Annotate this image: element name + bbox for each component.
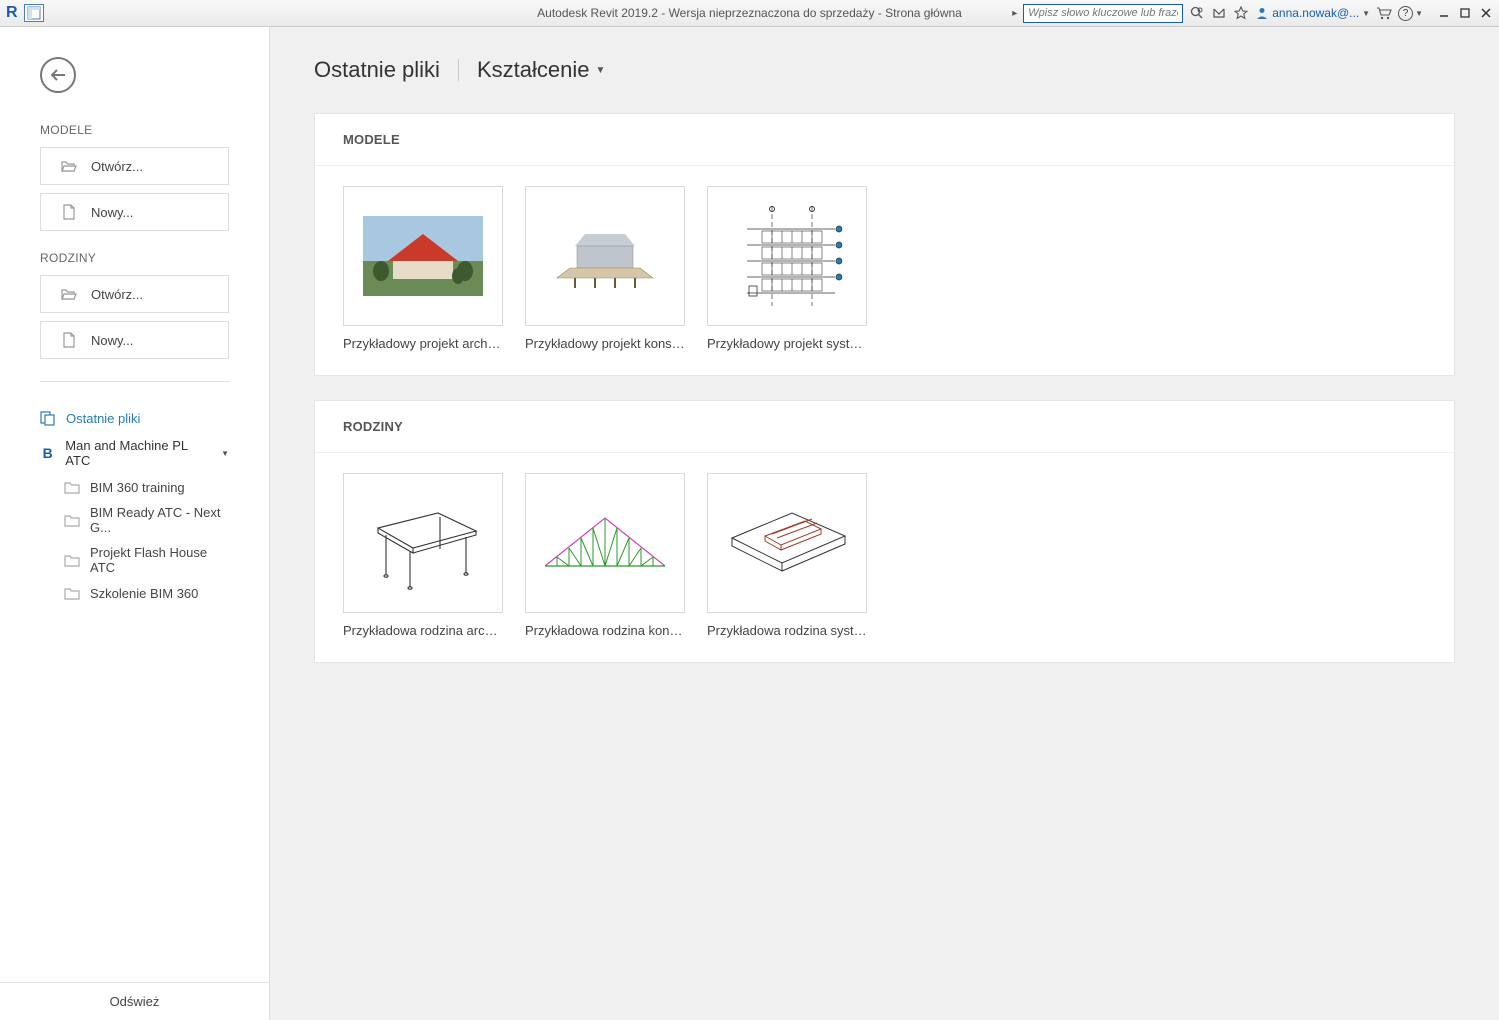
content-header: Ostatnie pliki Kształcenie ▼ xyxy=(314,57,1455,83)
new-model-label: Nowy... xyxy=(91,205,133,220)
content-area: Ostatnie pliki Kształcenie ▼ MODELE xyxy=(270,27,1499,1020)
refresh-button[interactable]: Odśwież xyxy=(0,982,269,1020)
nav-recent-files[interactable]: Ostatnie pliki xyxy=(40,404,229,432)
sidebar-section-families: RODZINY xyxy=(40,251,229,265)
tree-item[interactable]: Projekt Flash House ATC xyxy=(40,540,229,580)
model-card-label: Przykładowy projekt archite... xyxy=(343,336,503,351)
close-button[interactable] xyxy=(1477,4,1495,22)
user-icon xyxy=(1255,6,1269,20)
back-button[interactable] xyxy=(40,57,76,93)
model-card-label: Przykładowy projekt konstru... xyxy=(525,336,685,351)
family-thumbnail xyxy=(707,473,867,613)
open-family-button[interactable]: Otwórz... xyxy=(40,275,229,313)
tab-divider xyxy=(458,59,459,81)
chevron-down-icon: ▼ xyxy=(595,65,605,76)
home-page-icon xyxy=(27,6,41,20)
arrow-left-icon xyxy=(49,68,67,82)
help-button[interactable]: ? ▼ xyxy=(1398,6,1423,21)
open-family-label: Otwórz... xyxy=(91,287,143,302)
nav-recent-label: Ostatnie pliki xyxy=(66,411,140,426)
bim360-icon: B xyxy=(40,445,55,461)
sidebar: MODELE Otwórz... Nowy... RODZINY Otwórz.… xyxy=(0,27,270,1020)
search-icon[interactable] xyxy=(1189,5,1205,21)
title-bar: R Autodesk Revit 2019.2 - Wersja nieprze… xyxy=(0,0,1499,27)
family-card-label: Przykładowa rodzina konstr... xyxy=(525,623,685,638)
model-thumbnail xyxy=(525,186,685,326)
panel-families: RODZINY xyxy=(314,400,1455,663)
chevron-down-icon: ▼ xyxy=(1362,9,1370,18)
refresh-label: Odśwież xyxy=(110,994,160,1009)
cart-icon[interactable] xyxy=(1376,5,1392,21)
open-model-button[interactable]: Otwórz... xyxy=(40,147,229,185)
chevron-down-icon: ▼ xyxy=(221,449,229,458)
home-button[interactable] xyxy=(24,4,44,22)
nav-bim360[interactable]: B Man and Machine PL ATC ▼ xyxy=(40,432,229,474)
family-card[interactable]: Przykładowa rodzina konstr... xyxy=(525,473,685,638)
open-model-label: Otwórz... xyxy=(91,159,143,174)
family-thumbnail xyxy=(525,473,685,613)
model-card[interactable]: Przykładowy projekt system... xyxy=(707,186,867,351)
help-icon: ? xyxy=(1398,6,1413,21)
folder-open-icon xyxy=(61,286,77,302)
family-card-label: Przykładowa rodzina system... xyxy=(707,623,867,638)
new-family-button[interactable]: Nowy... xyxy=(40,321,229,359)
chevron-down-icon: ▼ xyxy=(1415,9,1423,18)
new-family-label: Nowy... xyxy=(91,333,133,348)
tab-learning[interactable]: Kształcenie ▼ xyxy=(477,57,605,83)
favorite-icon[interactable] xyxy=(1233,5,1249,21)
recent-files-icon xyxy=(40,410,56,426)
tree-item-label: Szkolenie BIM 360 xyxy=(90,586,198,601)
arrow-indicator-icon: ▸ xyxy=(1012,8,1017,19)
search-input[interactable] xyxy=(1023,4,1183,23)
tree-item[interactable]: BIM Ready ATC - Next G... xyxy=(40,500,229,540)
family-card[interactable]: Przykładowa rodzina archite... xyxy=(343,473,503,638)
document-icon xyxy=(61,332,77,348)
tree-item-label: Projekt Flash House ATC xyxy=(90,545,229,575)
model-thumbnail xyxy=(707,186,867,326)
communicate-icon[interactable] xyxy=(1211,5,1227,21)
panel-families-title: RODZINY xyxy=(315,401,1454,434)
model-card[interactable]: Przykładowy projekt konstru... xyxy=(525,186,685,351)
tab-recent-files[interactable]: Ostatnie pliki xyxy=(314,57,440,83)
maximize-button[interactable] xyxy=(1456,4,1474,22)
tree-item[interactable]: Szkolenie BIM 360 xyxy=(40,580,229,606)
sidebar-section-models: MODELE xyxy=(40,123,229,137)
tree-item[interactable]: BIM 360 training xyxy=(40,474,229,500)
tab-learning-label: Kształcenie xyxy=(477,57,590,83)
tree-item-label: BIM Ready ATC - Next G... xyxy=(90,505,229,535)
family-card-label: Przykładowa rodzina archite... xyxy=(343,623,503,638)
panel-models: MODELE xyxy=(314,113,1455,376)
panel-models-title: MODELE xyxy=(315,114,1454,147)
document-icon xyxy=(61,204,77,220)
user-label: anna.nowak@... xyxy=(1272,6,1359,20)
folder-icon xyxy=(64,585,80,601)
new-model-button[interactable]: Nowy... xyxy=(40,193,229,231)
model-card-label: Przykładowy projekt system... xyxy=(707,336,867,351)
folder-open-icon xyxy=(61,158,77,174)
tree-item-label: BIM 360 training xyxy=(90,480,185,495)
user-account-button[interactable]: anna.nowak@... ▼ xyxy=(1255,6,1370,20)
window-title: Autodesk Revit 2019.2 - Wersja nieprzezn… xyxy=(537,6,962,20)
folder-icon xyxy=(64,552,80,568)
model-thumbnail xyxy=(343,186,503,326)
minimize-button[interactable] xyxy=(1435,4,1453,22)
family-card[interactable]: Przykładowa rodzina system... xyxy=(707,473,867,638)
folder-icon xyxy=(64,512,80,528)
folder-icon xyxy=(64,479,80,495)
app-logo: R xyxy=(4,4,20,22)
model-card[interactable]: Przykładowy projekt archite... xyxy=(343,186,503,351)
nav-bim360-label: Man and Machine PL ATC xyxy=(65,438,209,468)
family-thumbnail xyxy=(343,473,503,613)
